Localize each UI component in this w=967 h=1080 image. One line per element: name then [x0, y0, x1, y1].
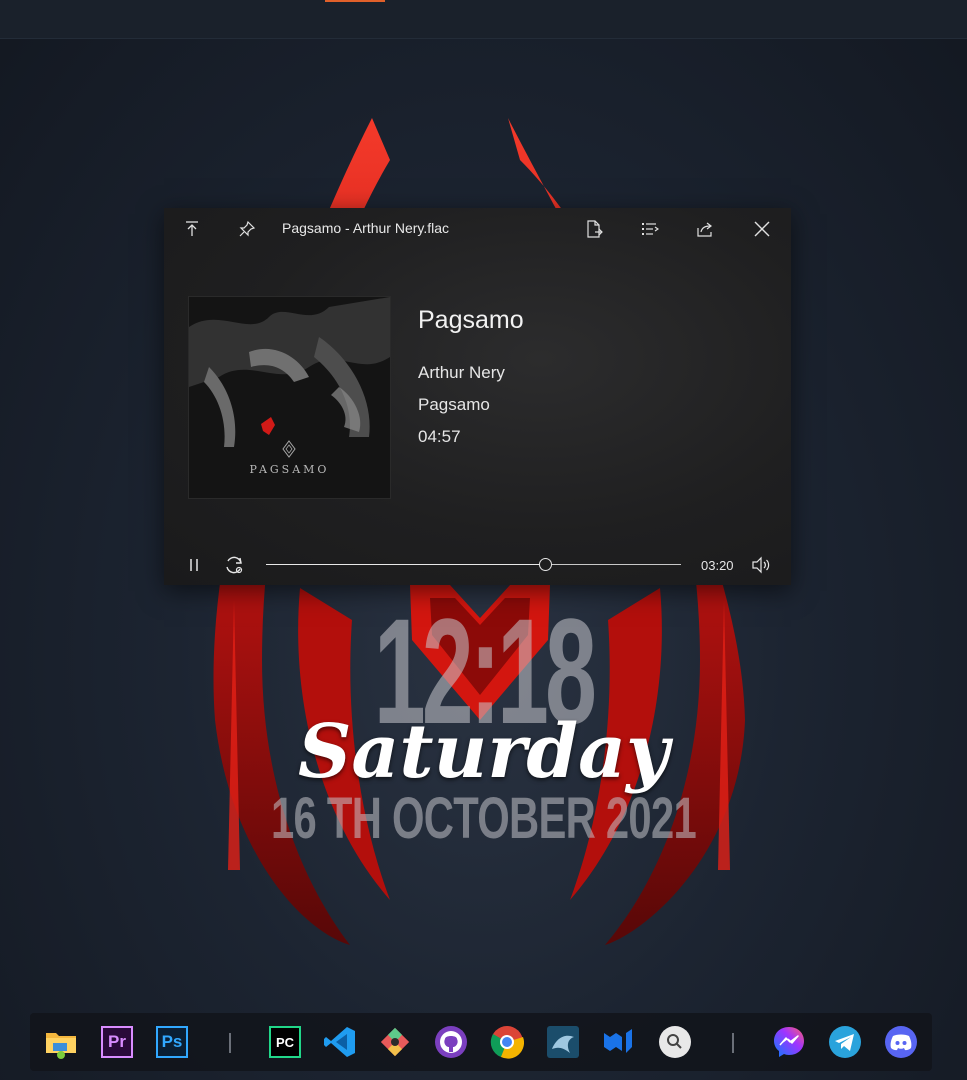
player-window-title: Pagsamo - Arthur Nery.flac: [282, 220, 450, 236]
taskbar-separator: [732, 1033, 734, 1053]
seek-thumb[interactable]: [539, 558, 553, 571]
chrome-icon[interactable]: [488, 1023, 526, 1061]
album-cover: PAGSAMO: [188, 296, 391, 499]
playlist-icon[interactable]: [636, 216, 664, 242]
album-name: Pagsamo: [418, 395, 490, 414]
song-title: Pagsamo: [418, 306, 524, 334]
telegram-icon[interactable]: [826, 1023, 864, 1061]
seek-progress: [266, 564, 546, 565]
discord-icon[interactable]: [882, 1023, 920, 1061]
playback-controls: 03:20: [164, 548, 791, 582]
premiere-pro-label: Pr: [101, 1026, 133, 1058]
track-duration: 04:57: [418, 427, 461, 446]
vscode-icon[interactable]: [321, 1023, 359, 1061]
search-icon[interactable]: [656, 1023, 694, 1061]
repeat-icon[interactable]: [222, 553, 246, 577]
pycharm-label: PC: [269, 1026, 301, 1058]
photoshop-label: Ps: [156, 1026, 188, 1058]
pycharm-icon[interactable]: PC: [266, 1023, 304, 1061]
mysql-workbench-icon[interactable]: [544, 1023, 582, 1061]
media-player-window: Pagsamo - Arthur Nery.flac PAGSAMO Pagsa…: [164, 208, 791, 585]
premiere-pro-icon[interactable]: Pr: [98, 1023, 136, 1061]
volume-icon[interactable]: [749, 553, 773, 577]
gitkraken-icon[interactable]: [376, 1023, 414, 1061]
album-cover-text: PAGSAMO: [249, 463, 330, 476]
share-icon[interactable]: [691, 216, 719, 242]
pause-icon[interactable]: [182, 553, 206, 577]
pin-icon[interactable]: [233, 216, 261, 242]
close-icon[interactable]: [748, 216, 776, 242]
github-icon[interactable]: [432, 1023, 470, 1061]
arrow-up-to-top-icon[interactable]: [178, 216, 206, 242]
file-explorer-icon[interactable]: [42, 1023, 80, 1061]
current-position: 03:20: [701, 558, 734, 573]
seek-bar[interactable]: [266, 558, 681, 571]
file-export-icon[interactable]: [580, 216, 608, 242]
player-titlebar: Pagsamo - Arthur Nery.flac: [164, 208, 791, 250]
taskbar-separator: [229, 1033, 231, 1053]
taskbar: Pr Ps PC: [30, 1013, 932, 1071]
messenger-icon[interactable]: [770, 1023, 808, 1061]
artist-name: Arthur Nery: [418, 363, 505, 382]
clock-day: Saturday: [297, 709, 670, 795]
photoshop-icon[interactable]: Ps: [153, 1023, 191, 1061]
material-ui-icon[interactable]: [600, 1023, 638, 1061]
clock-date: 16 TH OCTOBER 2021: [271, 786, 697, 851]
